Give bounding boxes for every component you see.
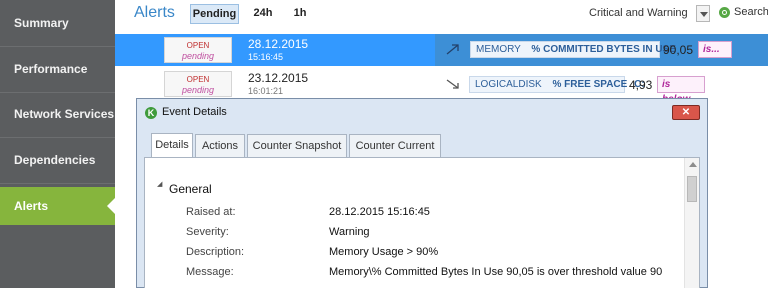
up-arrow-icon: [446, 44, 459, 55]
chevron-down-icon[interactable]: [696, 5, 710, 22]
app-window: Summary Performance Network Services Dep…: [0, 0, 768, 288]
alert-row[interactable]: OPEN pending 28.12.2015 15:16:45 MEMORY …: [115, 34, 768, 66]
property-value: Memory\% Committed Bytes In Use 90,05 is…: [329, 266, 663, 278]
sidebar-item-alerts[interactable]: Alerts: [0, 187, 115, 225]
status-state: OPEN: [186, 41, 210, 50]
dialog-title: Event Details: [162, 106, 227, 118]
counter-name: % COMMITTED BYTES IN USE: [531, 44, 676, 55]
sidebar-item-summary[interactable]: Summary: [0, 4, 115, 42]
counter-category: MEMORY: [476, 44, 521, 55]
tab-counter-current[interactable]: Counter Current: [349, 134, 441, 157]
tab-details[interactable]: Details: [151, 133, 193, 157]
details-panel: ◢ General Raised at: 28.12.2015 15:16:45…: [144, 157, 700, 288]
property-value: Warning: [329, 226, 370, 238]
property-value: 28.12.2015 15:16:45: [329, 206, 430, 218]
alert-value: 4,93: [629, 78, 653, 92]
sidebar-item-network-services[interactable]: Network Services: [0, 95, 115, 133]
down-arrow-icon: [446, 79, 459, 89]
filter-1h-button[interactable]: 1h: [289, 4, 311, 24]
property-label: Severity:: [186, 226, 229, 238]
sidebar-item-dependencies[interactable]: Dependencies: [0, 141, 115, 179]
counter-name: % FREE SPACE: [552, 79, 628, 90]
alert-date: 23.12.2015: [248, 71, 309, 85]
section-title: General: [169, 182, 212, 196]
status-badge: OPEN pending: [164, 71, 232, 97]
scroll-thumb[interactable]: [687, 176, 697, 202]
sidebar-item-performance[interactable]: Performance: [0, 50, 115, 88]
event-details-dialog: K Event Details ✕ Details Actions Counte…: [136, 98, 708, 288]
alert-value: 90,05: [663, 43, 694, 57]
property-value: Memory Usage > 90%: [329, 246, 439, 258]
counter-box: LOGICALDISK % FREE SPACE C:: [469, 76, 645, 93]
filter-pending-button[interactable]: Pending: [190, 4, 239, 24]
counter-box: MEMORY % COMMITTED BYTES IN USE: [470, 41, 676, 58]
sidebar-divider: [0, 183, 115, 184]
sidebar: Summary Performance Network Services Dep…: [0, 0, 115, 288]
sidebar-divider: [0, 46, 115, 47]
status-badge: OPEN pending: [164, 37, 232, 63]
search-icon: [719, 7, 730, 18]
property-label: Raised at:: [186, 206, 236, 218]
sidebar-divider: [0, 92, 115, 93]
counter-category: LOGICALDISK: [475, 79, 542, 90]
property-label: Description:: [186, 246, 245, 258]
search-label: Search: [734, 6, 768, 18]
status-state: OPEN: [186, 75, 210, 84]
page-title: Alerts: [134, 4, 175, 21]
tab-actions[interactable]: Actions: [195, 134, 245, 157]
alert-row[interactable]: OPEN pending 23.12.2015 16:01:21 LOGICAL…: [115, 68, 768, 105]
status-substate: pending: [181, 51, 215, 61]
collapse-icon[interactable]: ◢: [157, 180, 162, 188]
property-label: Message:: [186, 266, 234, 278]
filter-24h-button[interactable]: 24h: [250, 4, 276, 24]
vertical-scrollbar[interactable]: [684, 158, 699, 288]
alert-date: 28.12.2015: [248, 37, 309, 51]
alert-time: 15:16:45: [248, 52, 284, 62]
severity-filter-select[interactable]: Critical and Warning: [589, 7, 688, 19]
app-logo-icon: K: [145, 107, 157, 119]
sidebar-divider: [0, 137, 115, 138]
threshold-operator: is...: [698, 41, 732, 58]
close-button[interactable]: ✕: [672, 105, 700, 120]
tab-counter-snapshot[interactable]: Counter Snapshot: [247, 134, 347, 157]
status-substate: pending: [181, 85, 215, 95]
threshold-operator: is below: [657, 76, 705, 105]
scroll-up-icon[interactable]: [689, 162, 697, 167]
alert-time: 16:01:21: [248, 86, 284, 96]
